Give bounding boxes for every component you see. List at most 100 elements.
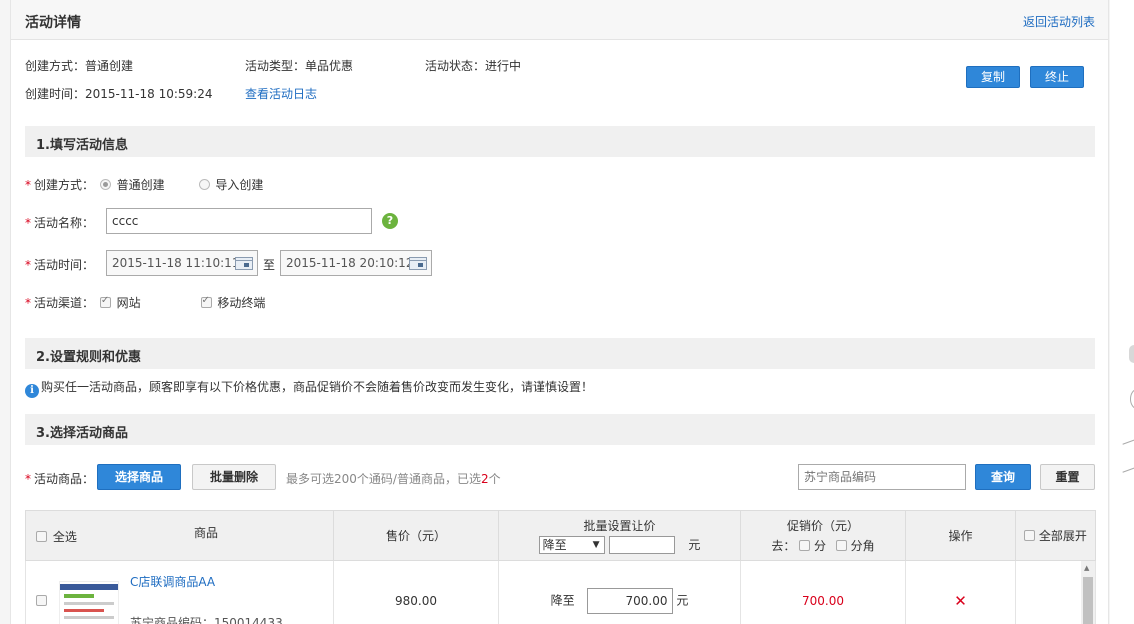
promo-round-label: 去： <box>771 539 796 553</box>
round-fen-checkbox[interactable] <box>799 540 811 551</box>
activity-name-input[interactable]: cccc <box>106 208 372 234</box>
back-to-list-link[interactable]: 返回活动列表 <box>1023 13 1095 30</box>
col-goods-header: 全选 商品 <box>25 510 334 561</box>
activity-goods-label: 活动商品： <box>34 472 95 486</box>
start-time-input[interactable]: 2015-11-18 11:10:11 <box>106 250 258 276</box>
expand-cell: ▲ <box>1015 560 1096 624</box>
end-time-value: 2015-11-18 20:10:12 <box>286 256 414 270</box>
select-all-checkbox[interactable] <box>36 531 47 542</box>
side-circle-icon[interactable] <box>1130 389 1134 409</box>
create-method-label: 创建方式： <box>34 178 95 192</box>
stop-button[interactable]: 终止 <box>1030 66 1084 88</box>
col-batch-header: 批量设置让价 降至 ▼ 元 <box>498 510 741 561</box>
section-rules-title: 2.设置规则和优惠 <box>36 350 141 365</box>
col-batch-title: 批量设置让价 <box>583 518 656 533</box>
summary-create-time-value: 2015-11-18 10:59:24 <box>85 87 213 101</box>
select-all-label: 全选 <box>52 530 77 544</box>
round-fen-label: 分 <box>813 539 826 553</box>
side-line <box>1122 464 1134 473</box>
batch-unit: 元 <box>688 537 701 552</box>
radio-normal-create-label: 普通创建 <box>116 178 165 192</box>
summary-activity-type-label: 活动类型： <box>245 59 306 73</box>
expand-all-checkbox[interactable] <box>1024 530 1036 541</box>
radio-normal-create[interactable] <box>99 179 111 190</box>
dropdown-arrow-icon: ▼ <box>592 540 600 551</box>
section-goods-title: 3.选择活动商品 <box>36 426 128 441</box>
scroll-up-icon[interactable]: ▲ <box>1084 564 1089 572</box>
reduce-cell: 降至 700.00 元 <box>498 560 741 624</box>
goods-name-link[interactable]: C店联调商品AA <box>130 573 215 590</box>
required-mark: * <box>25 178 31 192</box>
selection-hint-prefix: 最多可选200个通码/普通商品，已选 <box>286 472 481 486</box>
query-button[interactable]: 查询 <box>975 464 1031 490</box>
summary-activity-type: 活动类型：单品优惠 <box>245 57 353 74</box>
row-checkbox[interactable] <box>36 595 47 606</box>
main-panel: 活动详情 返回活动列表 创建方式：普通创建 活动类型：单品优惠 活动状态：进行中… <box>10 0 1109 624</box>
summary-create-method-value: 普通创建 <box>85 59 134 73</box>
col-expand-header: 全部展开 <box>1015 510 1096 561</box>
rules-notice-text: 购买任一活动商品，顾客即享有以下价格优惠，商品促销价不会随着售价改变而发生变化，… <box>41 380 594 394</box>
selection-hint: 最多可选200个通码/普通商品，已选2个 <box>286 470 501 487</box>
channel-mobile-label: 移动终端 <box>217 296 266 310</box>
scroll-thumb[interactable] <box>1083 577 1093 624</box>
batch-delete-button[interactable]: 批量删除 <box>192 464 276 490</box>
required-mark: * <box>25 258 31 272</box>
side-handle[interactable] <box>1129 345 1134 363</box>
section-activity-info-title: 1.填写活动信息 <box>36 138 128 153</box>
top-bar: 活动详情 返回活动列表 <box>11 0 1108 40</box>
channel-row: *活动渠道： 网站 移动终端 <box>25 294 265 311</box>
calendar-icon[interactable] <box>235 257 253 270</box>
summary-create-method: 创建方式：普通创建 <box>25 57 133 74</box>
reduce-label: 降至 <box>550 593 575 607</box>
batch-price-input[interactable] <box>608 536 675 555</box>
required-mark: * <box>25 472 31 486</box>
round-fenjiao-checkbox[interactable] <box>835 540 847 551</box>
channel-label: 活动渠道： <box>34 296 95 310</box>
goods-thumbnail[interactable] <box>59 581 119 624</box>
reduce-price-input[interactable]: 700.00 <box>586 587 673 614</box>
select-goods-button[interactable]: 选择商品 <box>97 464 181 490</box>
batch-mode-select[interactable]: 降至 ▼ <box>538 536 605 555</box>
activity-goods-row: * 活动商品： <box>25 470 94 487</box>
promo-round-controls: 去： 分 分角 <box>741 537 905 554</box>
summary-create-time-label: 创建时间： <box>25 87 86 101</box>
section-rules-header: 2.设置规则和优惠 <box>25 338 1095 369</box>
row-scrollbar[interactable]: ▲ <box>1081 561 1095 624</box>
col-price-header: 售价（元） <box>333 510 499 561</box>
reset-button[interactable]: 重置 <box>1040 464 1095 490</box>
price-cell: 980.00 <box>333 560 499 624</box>
summary-activity-type-value: 单品优惠 <box>305 59 354 73</box>
col-action-header: 操作 <box>905 510 1016 561</box>
goods-code-search-input[interactable] <box>798 464 966 490</box>
select-all: 全选 <box>36 528 77 545</box>
activity-name-label: 活动名称： <box>34 216 95 230</box>
view-log-link[interactable]: 查看活动日志 <box>245 85 317 102</box>
delete-icon[interactable]: ✕ <box>954 592 967 610</box>
radio-import-create[interactable] <box>198 179 210 190</box>
activity-time-label: 活动时间： <box>34 258 95 272</box>
channel-web-label: 网站 <box>116 296 141 310</box>
calendar-icon[interactable] <box>409 257 427 270</box>
to-label: 至 <box>263 258 276 272</box>
round-fenjiao-label: 分角 <box>850 539 875 553</box>
reduce-unit: 元 <box>676 593 689 607</box>
help-icon[interactable]: ? <box>382 213 398 229</box>
col-goods-title: 商品 <box>194 526 219 540</box>
side-line <box>1122 436 1134 445</box>
summary-activity-status: 活动状态：进行中 <box>425 57 521 74</box>
action-cell: ✕ <box>905 560 1016 624</box>
summary-activity-status-label: 活动状态： <box>425 59 486 73</box>
required-mark: * <box>25 216 31 230</box>
end-time-input[interactable]: 2015-11-18 20:10:12 <box>280 250 432 276</box>
channel-mobile-checkbox[interactable] <box>200 295 212 308</box>
goods-table: 全选 商品 售价（元） 批量设置让价 降至 ▼ 元 促销价（元） 去： 分 分角… <box>25 510 1096 624</box>
side-strip <box>1110 0 1134 624</box>
table-header-row: 全选 商品 售价（元） 批量设置让价 降至 ▼ 元 促销价（元） 去： 分 分角… <box>25 510 1096 561</box>
goods-cell: C店联调商品AA 苏宁商品编码：150014433 <box>25 560 334 624</box>
rules-notice: i 购买任一活动商品，顾客即享有以下价格优惠，商品促销价不会随着售价改变而发生变化… <box>25 378 593 398</box>
copy-button[interactable]: 复制 <box>966 66 1020 88</box>
channel-web-checkbox[interactable] <box>99 295 111 308</box>
activity-name-row: * 活动名称： <box>25 214 94 231</box>
create-method-row: * 创建方式： 普通创建 导入创建 <box>25 176 263 193</box>
selection-hint-count: 2 <box>480 472 489 486</box>
